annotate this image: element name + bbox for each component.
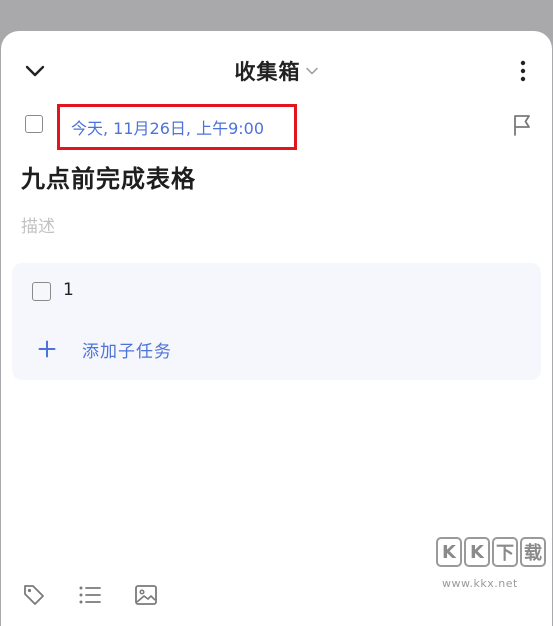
- watermark-url: www.kkx.net: [442, 577, 518, 590]
- list-button[interactable]: [77, 582, 103, 608]
- image-icon: [135, 585, 157, 605]
- more-vertical-icon: [520, 60, 526, 82]
- flag-icon: [514, 115, 530, 136]
- image-button[interactable]: [133, 582, 159, 608]
- title-dropdown-icon: [305, 67, 318, 75]
- subtask-text[interactable]: 1: [63, 280, 74, 300]
- subtask-checkbox[interactable]: [32, 282, 51, 301]
- watermark-letters: K K 下 载: [436, 537, 546, 567]
- due-date-text: 今天, 11月26日, 上午9:00: [71, 119, 264, 138]
- chevron-down-icon: [25, 65, 45, 77]
- watermark-letter: K: [436, 537, 462, 567]
- header-title-area: 收集箱: [1, 55, 552, 87]
- collapse-button[interactable]: [19, 57, 51, 85]
- task-title[interactable]: 九点前完成表格: [21, 159, 196, 194]
- subtask-panel: 1 添加子任务: [12, 263, 541, 380]
- description-input[interactable]: 描述: [21, 212, 55, 237]
- watermark-letter: 载: [520, 537, 546, 567]
- tag-button[interactable]: [21, 582, 47, 608]
- due-date-button[interactable]: 今天, 11月26日, 上午9:00: [57, 104, 297, 150]
- list-selector-button[interactable]: 收集箱: [235, 56, 319, 86]
- plus-icon: [36, 338, 58, 360]
- watermark-letter: K: [464, 537, 490, 567]
- watermark-logo: K K 下 载 www.kkx.net: [436, 537, 553, 595]
- task-complete-checkbox[interactable]: [25, 115, 43, 133]
- priority-flag-button[interactable]: [509, 111, 535, 139]
- more-options-button[interactable]: [511, 57, 535, 85]
- add-subtask-button[interactable]: 添加子任务: [36, 335, 172, 363]
- tag-icon: [24, 585, 44, 605]
- list-icon: [79, 586, 101, 604]
- watermark-letter: 下: [492, 537, 518, 567]
- add-subtask-label: 添加子任务: [82, 341, 172, 362]
- page-title: 收集箱: [234, 60, 301, 84]
